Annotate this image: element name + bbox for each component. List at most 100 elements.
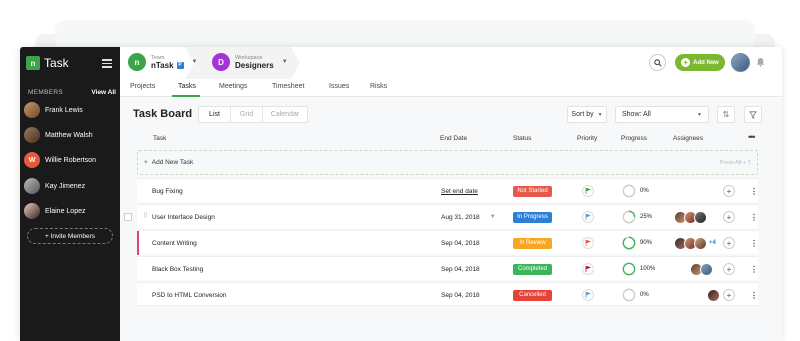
assignee-avatar[interactable] xyxy=(707,288,720,302)
chevron-down-icon: ▼ xyxy=(191,59,198,65)
show-filter-dropdown[interactable]: Show: All ▼ xyxy=(615,106,709,123)
table-row[interactable]: ⠿ User Interface Design Aug 31, 2018 ▼ In… xyxy=(124,204,758,229)
avatar xyxy=(24,203,40,219)
add-assignee-button[interactable]: + xyxy=(723,185,735,197)
table-row[interactable]: PSD to HTML Conversion Sep 04, 2018 Canc… xyxy=(137,282,758,306)
set-end-date-link[interactable]: Set end date xyxy=(441,188,478,195)
avatar: W xyxy=(24,152,40,168)
row-menu-icon[interactable]: ⋮ xyxy=(750,265,758,274)
priority-flag-icon[interactable] xyxy=(582,263,594,275)
user-avatar[interactable] xyxy=(731,53,750,72)
background-card xyxy=(55,20,755,50)
more-assignees-count[interactable]: +4 xyxy=(709,240,716,246)
add-assignee-button[interactable]: + xyxy=(723,237,735,249)
page-title: Task Board xyxy=(133,108,193,120)
row-checkbox[interactable] xyxy=(124,213,132,221)
sort-by-label: Sort by xyxy=(571,111,594,118)
end-date[interactable]: Aug 31, 2018 xyxy=(441,214,480,221)
end-date[interactable]: Sep 04, 2018 xyxy=(441,257,480,281)
plus-icon: + xyxy=(144,159,148,166)
drag-handle-icon[interactable]: ⠿ xyxy=(143,212,148,220)
bell-icon[interactable] xyxy=(756,57,765,69)
filter-icon[interactable] xyxy=(744,106,762,123)
progress-value: 25% xyxy=(640,214,653,220)
status-badge[interactable]: Completed xyxy=(513,263,552,275)
task-name[interactable]: PSD to HTML Conversion xyxy=(152,283,227,307)
view-all-link[interactable]: View All xyxy=(91,89,116,96)
app-name: Task xyxy=(44,56,69,70)
table-row[interactable]: Bug Fixing Set end date Not Started 0% +… xyxy=(137,178,758,202)
end-date[interactable]: Sep 04, 2018 xyxy=(441,283,480,307)
end-date[interactable]: Sep 04, 2018 xyxy=(441,231,480,255)
sort-order-icon[interactable]: ⇅ xyxy=(717,106,735,123)
add-assignee-button[interactable]: + xyxy=(723,211,735,223)
add-new-task-row[interactable]: + Add New Task Press Alt + T xyxy=(137,150,758,175)
column-header-assignees[interactable]: Assignees xyxy=(673,135,703,142)
add-assignee-button[interactable]: + xyxy=(723,263,735,275)
team-selector[interactable]: n Team nTask P ▼ xyxy=(128,53,197,71)
tab-meetings[interactable]: Meetings xyxy=(219,83,247,90)
row-menu-icon[interactable]: ⋮ xyxy=(750,239,758,248)
member-name: Willie Robertson xyxy=(45,156,96,164)
plus-icon: + xyxy=(681,58,691,67)
add-new-button[interactable]: + Add New xyxy=(675,54,725,71)
table-row[interactable]: Content Writing Sep 04, 2018 In Review 9… xyxy=(137,230,758,255)
task-name[interactable]: Bug Fixing xyxy=(152,179,183,203)
sidebar-member[interactable]: Frank Lewis xyxy=(24,102,83,118)
app-logo[interactable]: n Task xyxy=(26,56,69,70)
priority-flag-icon[interactable] xyxy=(582,211,594,223)
search-icon[interactable] xyxy=(649,54,666,71)
tab-issues[interactable]: Issues xyxy=(329,83,349,90)
assignee-avatar[interactable] xyxy=(694,236,707,250)
add-assignee-button[interactable]: + xyxy=(723,289,735,301)
status-badge[interactable]: In Progress xyxy=(513,211,552,223)
table-row[interactable]: Black Box Testing Sep 04, 2018 Completed… xyxy=(137,256,758,280)
column-header-status[interactable]: Status xyxy=(513,135,531,142)
priority-flag-icon[interactable] xyxy=(582,185,594,197)
assignee-avatar[interactable] xyxy=(700,262,713,276)
invite-members-button[interactable]: + Invite Members xyxy=(27,228,113,244)
row-menu-icon[interactable]: ⋮ xyxy=(750,213,758,222)
view-calendar-button[interactable]: Calendar xyxy=(263,107,307,122)
member-name: Elaine Lopez xyxy=(45,207,86,215)
view-list-button[interactable]: List xyxy=(199,107,231,122)
workspace-selector[interactable]: D Workspace Designers ▼ xyxy=(212,53,288,71)
sidebar-member[interactable]: W Willie Robertson xyxy=(24,152,96,168)
avatar xyxy=(24,102,40,118)
member-name: Matthew Walsh xyxy=(45,131,93,139)
task-name[interactable]: Content Writing xyxy=(152,231,197,255)
tab-risks[interactable]: Risks xyxy=(370,83,387,90)
column-header-end-date[interactable]: End Date xyxy=(440,135,467,142)
task-name[interactable]: User Interface Design xyxy=(152,205,215,229)
show-filter-label: Show: All xyxy=(622,111,651,118)
column-header-priority[interactable]: Priority xyxy=(577,135,597,142)
sidebar-member[interactable]: Elaine Lopez xyxy=(24,203,85,219)
nav-tabs: Projects Tasks Meetings Timesheet Issues… xyxy=(120,79,782,97)
more-options-icon[interactable]: ••• xyxy=(748,132,756,142)
task-name[interactable]: Black Box Testing xyxy=(152,257,203,281)
priority-flag-icon[interactable] xyxy=(582,237,594,249)
plan-badge: P xyxy=(176,61,184,69)
view-grid-button[interactable]: Grid xyxy=(231,107,263,122)
priority-flag-icon[interactable] xyxy=(582,289,594,301)
progress-ring xyxy=(622,184,636,198)
sidebar-member[interactable]: Kay Jimenez xyxy=(24,178,85,194)
tab-projects[interactable]: Projects xyxy=(130,83,155,90)
assignee-avatar[interactable] xyxy=(694,210,707,224)
column-header-progress[interactable]: Progress xyxy=(621,135,647,142)
row-menu-icon[interactable]: ⋮ xyxy=(750,291,758,300)
status-badge[interactable]: Not Started xyxy=(513,185,552,197)
task-board: Task Board List Grid Calendar Sort by ▼ … xyxy=(120,98,782,341)
tab-timesheet[interactable]: Timesheet xyxy=(272,83,304,90)
sort-by-dropdown[interactable]: Sort by ▼ xyxy=(567,106,607,123)
column-header-task[interactable]: Task xyxy=(153,135,166,142)
row-menu-icon[interactable]: ⋮ xyxy=(750,187,758,196)
add-task-label: Add New Task xyxy=(151,159,194,166)
status-badge[interactable]: Cancelled xyxy=(513,289,552,301)
tab-tasks[interactable]: Tasks xyxy=(178,83,196,90)
view-switcher: List Grid Calendar xyxy=(198,106,308,123)
sidebar-member[interactable]: Matthew Walsh xyxy=(24,127,93,143)
member-name: Frank Lewis xyxy=(45,106,83,114)
status-badge[interactable]: In Review xyxy=(513,237,552,249)
hamburger-menu-icon[interactable] xyxy=(102,59,112,70)
